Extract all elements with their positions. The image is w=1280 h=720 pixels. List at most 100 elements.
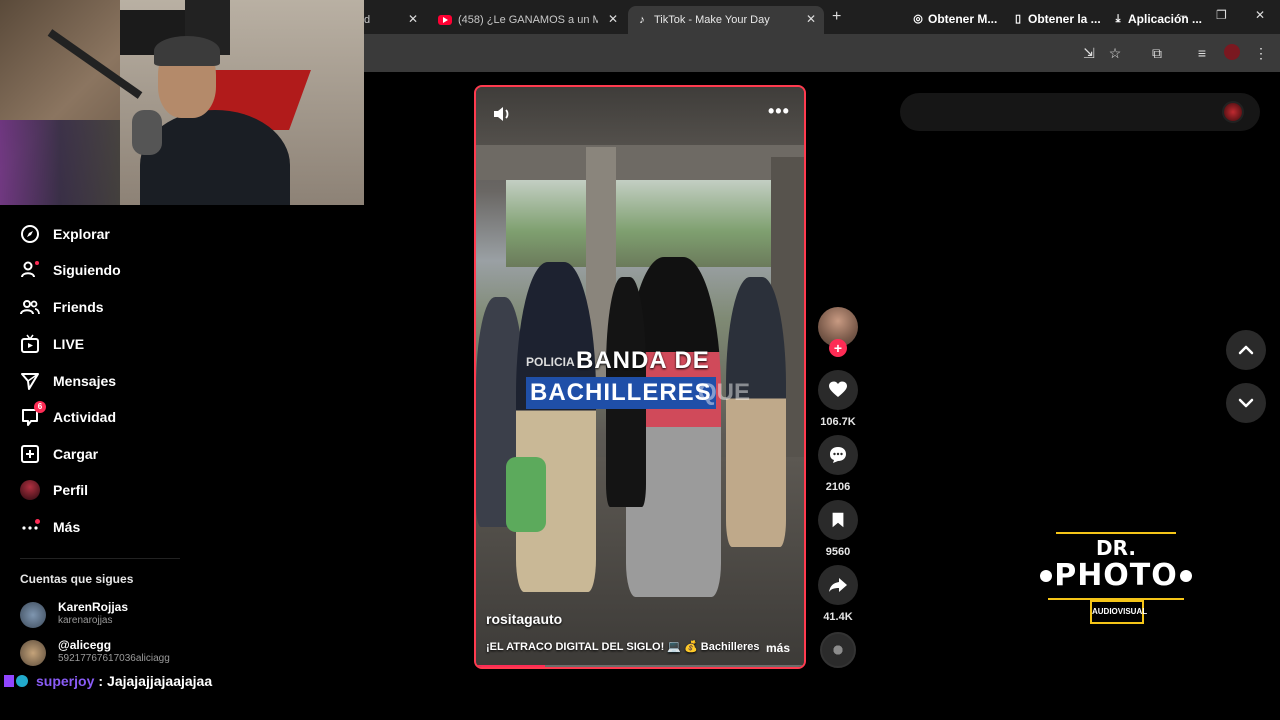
caption-line-1: BANDA DE bbox=[576, 347, 710, 374]
address-field[interactable] bbox=[370, 38, 1070, 68]
sidebar-item-cargar[interactable]: Cargar bbox=[20, 442, 98, 466]
top-actions-bar bbox=[900, 93, 1260, 131]
comment-count: 2106 bbox=[825, 481, 851, 493]
close-window-button[interactable]: ✕ bbox=[1255, 8, 1265, 22]
friends-icon bbox=[20, 300, 40, 315]
sidebar-item-label: Actividad bbox=[53, 409, 117, 425]
sidebar-item-label: Friends bbox=[53, 299, 104, 315]
officer-figure bbox=[726, 277, 786, 547]
extensions-icon[interactable]: ⧉ bbox=[1148, 44, 1166, 62]
chat-separator: : bbox=[98, 673, 104, 689]
watermark-line-2: PHOTO bbox=[1054, 558, 1178, 593]
show-more-link[interactable]: más bbox=[766, 641, 790, 655]
user-avatar[interactable] bbox=[1222, 101, 1244, 123]
browser-profile-avatar[interactable] bbox=[1224, 44, 1240, 60]
get-app-button[interactable]: ▯ Obtener la ... bbox=[1012, 11, 1101, 27]
account-handle: karenarojjas bbox=[58, 615, 113, 626]
like-count: 106.7K bbox=[820, 416, 856, 428]
following-account[interactable]: @alicegg 59217767617036aliciagg bbox=[20, 638, 220, 670]
sidebar-item-actividad[interactable]: 6 Actividad bbox=[20, 401, 117, 429]
desktop-app-button[interactable]: ⤓ Aplicación ... bbox=[1112, 11, 1202, 27]
coin-icon: ◎ bbox=[913, 13, 923, 25]
officer-figure bbox=[516, 262, 596, 592]
follow-plus-button[interactable]: + bbox=[829, 339, 847, 357]
account-name: @alicegg bbox=[58, 638, 112, 652]
volume-icon[interactable] bbox=[492, 105, 512, 123]
profile-avatar-icon bbox=[20, 480, 40, 500]
sidebar-item-label: Perfil bbox=[53, 482, 89, 498]
install-app-icon[interactable]: ⇲ bbox=[1080, 44, 1098, 62]
bookmark-star-icon[interactable]: ☆ bbox=[1106, 44, 1124, 62]
video-progress-fill bbox=[476, 665, 546, 667]
activity-icon: 6 bbox=[20, 401, 46, 427]
media-controls-icon[interactable]: ≡ bbox=[1193, 44, 1211, 62]
streamer-webcam bbox=[0, 0, 364, 205]
sidebar-item-mensajes[interactable]: Mensajes bbox=[20, 369, 116, 393]
tab-label: d bbox=[364, 14, 371, 26]
sidebar-item-friends[interactable]: Friends bbox=[20, 295, 104, 319]
like-button[interactable] bbox=[818, 370, 858, 410]
sidebar-divider bbox=[20, 558, 180, 559]
save-button[interactable] bbox=[818, 500, 858, 540]
compass-icon bbox=[21, 225, 39, 243]
get-coins-button[interactable]: ◎ Obtener M... bbox=[912, 11, 997, 27]
sidebar-item-perfil[interactable]: Perfil bbox=[20, 478, 88, 502]
sidebar-item-label: Más bbox=[53, 519, 81, 535]
next-video-button[interactable] bbox=[1226, 383, 1266, 423]
sidebar-item-live[interactable]: LIVE bbox=[20, 332, 84, 356]
sidebar-item-label: LIVE bbox=[53, 336, 85, 352]
tab-label: (458) ¿Le GANAMOS a un MILA bbox=[458, 14, 598, 26]
bookmark-icon bbox=[832, 512, 844, 528]
chevron-up-icon bbox=[1238, 345, 1254, 355]
music-disc-icon[interactable] bbox=[820, 632, 856, 668]
upload-plus-icon bbox=[21, 445, 39, 463]
comment-bubble-icon bbox=[830, 447, 846, 463]
close-tab-icon[interactable]: ✕ bbox=[608, 12, 618, 26]
browser-menu-icon[interactable]: ⋮ bbox=[1252, 44, 1270, 62]
close-tab-icon[interactable]: ✕ bbox=[408, 12, 418, 26]
activity-badge: 6 bbox=[34, 401, 46, 413]
chevron-down-icon bbox=[1238, 398, 1254, 408]
chat-badge-icon bbox=[16, 675, 28, 687]
watermark-line-3: AUDIOVISUAL bbox=[1090, 600, 1147, 624]
stream-chat-message: superjoy : Jajajajjajaajajaa bbox=[4, 672, 212, 690]
heart-icon bbox=[829, 381, 847, 397]
more-options-icon[interactable]: ••• bbox=[768, 101, 790, 122]
more-dots-icon bbox=[20, 517, 40, 537]
following-account[interactable]: KarenRojjas karenarojjas bbox=[20, 600, 220, 632]
account-handle: 59217767617036aliciagg bbox=[58, 653, 170, 664]
account-avatar bbox=[20, 602, 46, 628]
new-tab-button[interactable]: + bbox=[832, 8, 841, 26]
comment-button[interactable] bbox=[818, 435, 858, 475]
sidebar-item-label: Cargar bbox=[53, 446, 99, 462]
share-button[interactable] bbox=[818, 565, 858, 605]
sidebar-item-siguiendo[interactable]: Siguiendo bbox=[20, 258, 121, 282]
previous-video-button[interactable] bbox=[1226, 330, 1266, 370]
sidebar-item-mas[interactable]: Más bbox=[20, 515, 80, 539]
video-progress-bar[interactable] bbox=[476, 665, 804, 667]
tiktok-icon: ♪ bbox=[639, 14, 645, 26]
microphone bbox=[132, 110, 162, 155]
account-name: KarenRojjas bbox=[58, 600, 129, 614]
paper-plane-icon bbox=[21, 373, 39, 390]
download-icon: ⤓ bbox=[1115, 13, 1121, 25]
sidebar-item-label: Explorar bbox=[53, 226, 110, 242]
close-tab-icon[interactable]: ✕ bbox=[806, 12, 816, 26]
sidebar-item-explorar[interactable]: Explorar bbox=[20, 222, 110, 246]
tab-youtube[interactable]: (458) ¿Le GANAMOS a un MILA ✕ bbox=[430, 6, 626, 34]
notification-dot bbox=[35, 519, 40, 524]
video-player[interactable]: POLICIA BANDA DE BACHILLERES QUE ••• ros… bbox=[474, 85, 806, 669]
watermark-line-1: DR. bbox=[1096, 536, 1136, 560]
restore-button[interactable]: ❐ bbox=[1216, 8, 1227, 22]
video-author[interactable]: rositagauto bbox=[486, 611, 562, 627]
sidebar-item-label: Mensajes bbox=[53, 373, 117, 389]
tab-partial[interactable]: d ✕ bbox=[356, 6, 426, 34]
chat-badge-icon bbox=[4, 675, 14, 687]
account-avatar bbox=[20, 640, 46, 666]
sidebar-item-label: Siguiendo bbox=[53, 262, 121, 278]
user-follow-icon bbox=[21, 261, 39, 278]
pill-label: Obtener la ... bbox=[1028, 12, 1101, 26]
uniform-text: POLICIA bbox=[526, 355, 575, 369]
share-count: 41.4K bbox=[823, 611, 853, 623]
tab-tiktok[interactable]: ♪ TikTok - Make Your Day ✕ bbox=[628, 6, 824, 34]
